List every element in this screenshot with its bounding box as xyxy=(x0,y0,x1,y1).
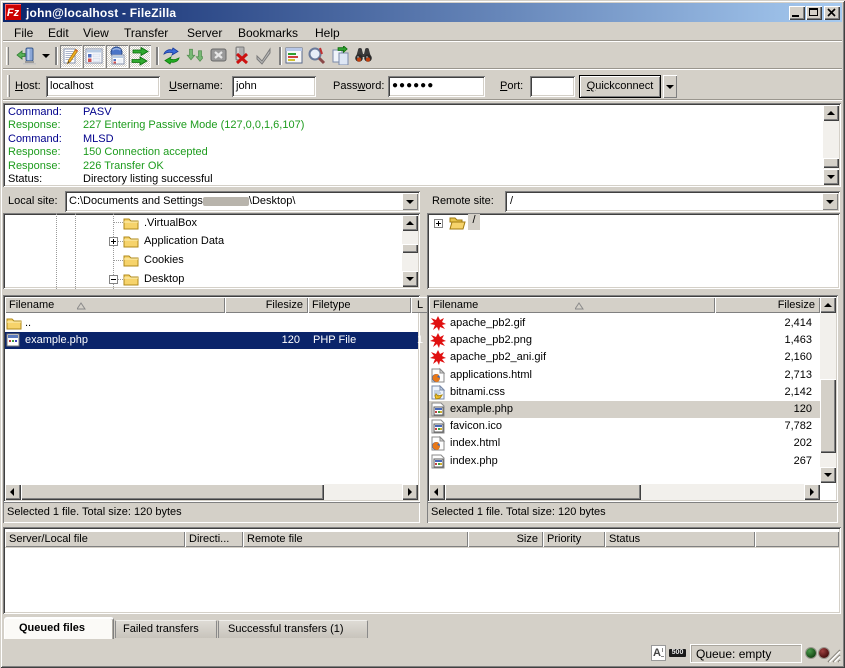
svg-text:Fz: Fz xyxy=(7,7,20,19)
